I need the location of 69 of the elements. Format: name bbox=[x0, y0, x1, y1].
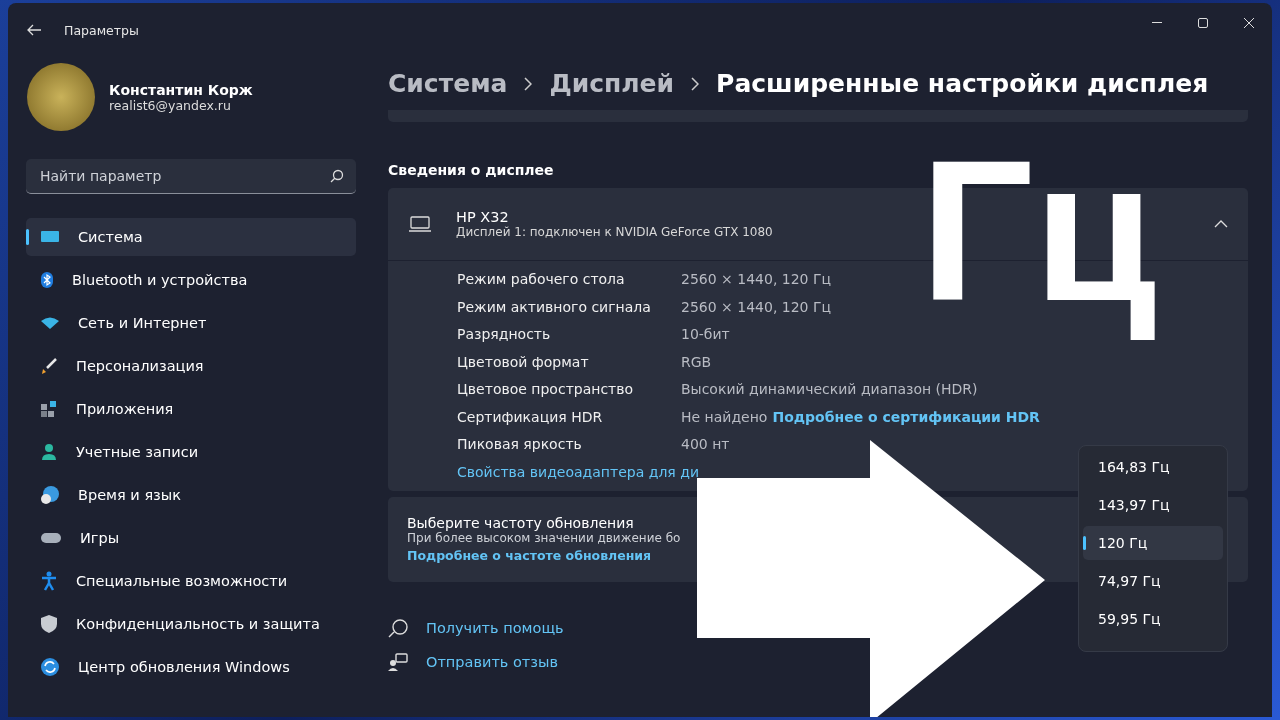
detail-value: 10-бит bbox=[681, 325, 730, 344]
detail-label: Цветовое пространство bbox=[457, 380, 635, 399]
detail-label: Режим рабочего стола bbox=[457, 270, 626, 289]
brush-icon bbox=[40, 357, 58, 375]
search-icon bbox=[330, 169, 344, 183]
window-title: Параметры bbox=[64, 22, 139, 38]
monitor-icon bbox=[40, 229, 60, 245]
detail-value: 2560 × 1440, 120 Гц bbox=[681, 270, 832, 289]
menu-option[interactable]: 164,83 Гц bbox=[1083, 450, 1223, 484]
back-arrow-icon[interactable] bbox=[26, 24, 42, 36]
chevron-right-icon bbox=[524, 76, 533, 91]
sidebar-item[interactable]: Время и язык bbox=[26, 476, 356, 514]
help-link[interactable]: Отправить отзыв bbox=[426, 654, 559, 670]
minimize-icon bbox=[1152, 22, 1162, 24]
help-icon bbox=[388, 618, 408, 638]
sidebar-item[interactable]: Игры bbox=[26, 519, 356, 557]
sidebar-item[interactable]: Учетные записи bbox=[26, 433, 356, 471]
accessibility-icon bbox=[40, 571, 58, 591]
chevron-right-icon bbox=[691, 76, 700, 91]
menu-option[interactable]: 120 Гц bbox=[1083, 526, 1223, 560]
maximize-icon bbox=[1198, 18, 1208, 28]
breadcrumb-item: Расширенные настройки дисплея bbox=[716, 69, 1209, 98]
sidebar-item[interactable]: Персонализация bbox=[26, 347, 356, 385]
menu-option[interactable]: 59,95 Гц bbox=[1083, 602, 1223, 636]
hdr-info-link[interactable]: Подробнее о сертификации HDR bbox=[772, 406, 1040, 428]
display-name: HP X32 bbox=[456, 209, 510, 225]
detail-label: Цветовой формат bbox=[457, 352, 590, 372]
detail-label: Режим активного сигнала bbox=[457, 297, 652, 317]
detail-label: Разрядность bbox=[457, 325, 552, 344]
laptop-icon bbox=[408, 216, 432, 232]
sidebar-item[interactable]: Сеть и Интернет bbox=[26, 304, 356, 342]
breadcrumb-item[interactable]: Система bbox=[388, 69, 508, 98]
sync-icon bbox=[40, 657, 60, 677]
search-input[interactable]: Найти параметр bbox=[38, 167, 330, 185]
sidebar-item[interactable]: Специальные возможности bbox=[26, 562, 356, 600]
shield-icon bbox=[40, 614, 58, 634]
sidebar-item[interactable]: Bluetooth и устройства bbox=[26, 261, 356, 299]
refresh-rate-title: Выберите частоту обновления bbox=[407, 515, 634, 531]
detail-value: 400 нт bbox=[681, 435, 730, 454]
search-field[interactable]: Найти параметр bbox=[26, 159, 356, 194]
detail-value: Не найдено bbox=[681, 407, 768, 427]
close-icon bbox=[1244, 18, 1254, 28]
sidebar-item[interactable]: Конфиденциальность и защита bbox=[26, 605, 356, 643]
sidebar-item[interactable]: Приложения bbox=[26, 390, 356, 428]
help-link[interactable]: Получить помощь bbox=[426, 620, 564, 636]
sidebar-item[interactable]: Система bbox=[26, 218, 356, 256]
display-subtitle: Дисплей 1: подключен к NVIDIA GeForce GTX 1080 bbox=[456, 225, 774, 239]
wifi-icon bbox=[40, 316, 60, 330]
user-email: realist6@yandex.ru bbox=[109, 97, 231, 113]
breadcrumb-item[interactable]: Дисплей bbox=[549, 69, 675, 98]
section-title: Сведения о дисплее bbox=[388, 162, 555, 178]
refresh-rate-description: При более высоком значении движение бо bbox=[407, 531, 681, 545]
person-icon bbox=[40, 443, 58, 461]
detail-label: Пиковая яркость bbox=[457, 435, 583, 454]
apps-icon bbox=[40, 400, 58, 418]
gamepad-icon bbox=[40, 531, 62, 545]
detail-value: Высокий динамический диапазон (HDR) bbox=[681, 380, 978, 399]
detail-value: 2560 × 1440, 120 Гц bbox=[681, 297, 832, 317]
detail-value: RGB bbox=[681, 352, 712, 372]
user-name: Константин Корж bbox=[109, 81, 253, 98]
menu-option[interactable]: 143,97 Гц bbox=[1083, 488, 1223, 522]
adapter-properties-link[interactable]: Свойства видеоадаптера для ди bbox=[457, 461, 699, 483]
menu-option[interactable]: 74,97 Гц bbox=[1083, 564, 1223, 598]
bluetooth-icon bbox=[40, 271, 54, 289]
refresh-rate-link[interactable]: Подробнее о частоте обновления bbox=[407, 548, 652, 563]
globe-clock-icon bbox=[40, 485, 60, 505]
feedback-icon bbox=[388, 652, 408, 672]
detail-label: Сертификация HDR bbox=[457, 407, 604, 427]
sidebar-item[interactable]: Центр обновления Windows bbox=[26, 648, 356, 686]
